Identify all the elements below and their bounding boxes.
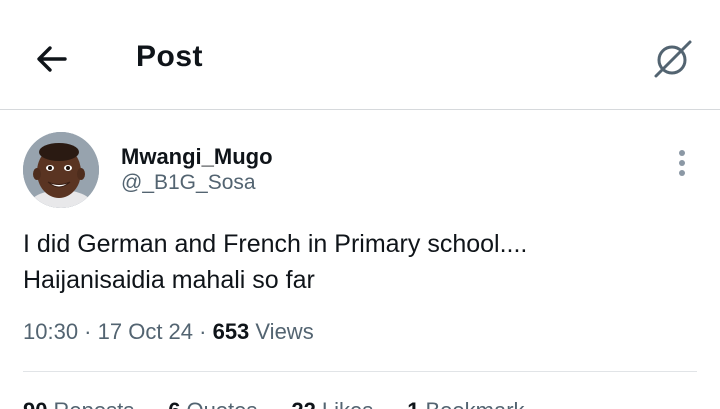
post-meta: 10:30 · 17 Oct 24 · 653 Views (23, 319, 314, 345)
engagement-stats: 90 Reposts 6 Quotes 22 Likes 1 Bookmark (23, 398, 525, 409)
stat-count: 22 (291, 398, 315, 409)
more-options-button[interactable] (664, 145, 700, 181)
post-text-line: Haijanisaidia mahali so far (23, 266, 315, 294)
post-time[interactable]: 10:30 (23, 319, 78, 344)
views-label[interactable]: Views (249, 319, 313, 344)
author-handle[interactable]: @_B1G_Sosa (121, 171, 256, 195)
stat-label: Reposts (53, 398, 134, 409)
stat-likes[interactable]: 22 Likes (291, 398, 373, 409)
post-text-line: I did German and French in Primary schoo… (23, 230, 528, 258)
stat-reposts[interactable]: 90 Reposts (23, 398, 134, 409)
grok-slash-circle-icon (654, 40, 692, 78)
page-title: Post (136, 40, 204, 73)
stat-count: 6 (168, 398, 180, 409)
stat-bookmarks[interactable]: 1 Bookmark (407, 398, 524, 409)
back-button[interactable] (30, 37, 74, 81)
avatar[interactable] (23, 132, 99, 208)
author-display-name[interactable]: Mwangi_Mugo (121, 144, 273, 170)
divider (23, 371, 697, 372)
meta-separator: · (78, 319, 98, 344)
grok-button[interactable] (648, 34, 698, 84)
stat-label: Quotes (186, 398, 257, 409)
arrow-left-icon (37, 46, 67, 72)
top-bar: Post (0, 0, 720, 110)
stat-quotes[interactable]: 6 Quotes (168, 398, 257, 409)
post-date[interactable]: 17 Oct 24 (98, 319, 193, 344)
stat-count: 90 (23, 398, 47, 409)
stat-label: Bookmark (425, 398, 524, 409)
vertical-ellipsis-icon (679, 150, 685, 176)
meta-separator: · (193, 319, 213, 344)
stat-count: 1 (407, 398, 419, 409)
stat-label: Likes (322, 398, 373, 409)
child-portrait-avatar (23, 132, 99, 208)
views-count[interactable]: 653 (213, 319, 250, 344)
post-text: I did German and French in Primary schoo… (23, 226, 693, 298)
